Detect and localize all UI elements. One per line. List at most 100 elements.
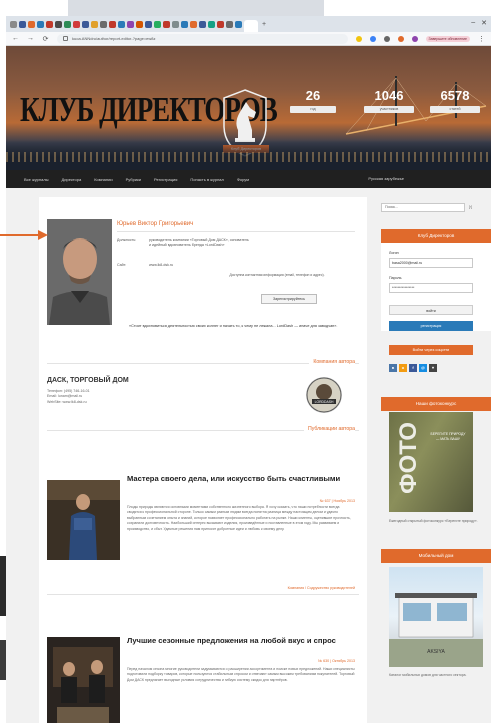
mobile-house-banner[interactable]: AKSIYA [389,567,483,667]
author-photo[interactable] [47,219,112,325]
article-date: № 630 | Октябрь 2013 [318,659,355,663]
tab-strip[interactable]: + – ✕ [6,16,491,32]
odnoklassniki-icon[interactable]: о [399,364,407,372]
tab-favicon[interactable] [46,20,53,28]
tab-favicon[interactable] [10,20,17,28]
menu-item-journals[interactable]: Все журналы [24,177,49,182]
password-input[interactable]: **************** [389,283,473,293]
company-name[interactable]: ДАСК, ТОРГОВЫЙ ДОМ [47,377,129,384]
tab-favicon[interactable] [136,20,143,28]
article-excerpt: Перед началом сезона многие руководители… [127,667,355,682]
tab-favicon[interactable] [217,20,224,28]
stat-label: статей [430,106,480,113]
right-sidebar: Поиск... [›] Клуб Директоров Логин basa2… [381,197,491,723]
tab-favicon[interactable] [55,20,62,28]
tab-favicon[interactable] [37,20,44,28]
article-title[interactable]: Лучшие сезонные предложения на любой вку… [127,637,355,645]
lorddash-logo: LORDDASH [306,377,342,413]
tab-favicon[interactable] [91,20,98,28]
login-label: Логин [389,251,399,255]
tab-favicon[interactable] [19,20,26,28]
lock-icon [63,36,68,41]
company-logo[interactable]: LORDDASH [306,377,342,413]
url-field[interactable]: kuoa.ANNdru/author/report-editor-?page=e… [57,33,348,44]
window-controls: – ✕ [471,19,487,27]
tab-favicon[interactable] [118,20,125,28]
vk-icon[interactable]: в [389,364,397,372]
tab-favicon[interactable] [127,20,134,28]
extension-icon[interactable] [369,35,376,42]
login-button[interactable]: войти [389,305,473,315]
tab-favicon[interactable] [145,20,152,28]
stat-number: 6578 [440,88,470,103]
menu-item-registration[interactable]: Регистрация [154,177,177,182]
forward-icon[interactable]: → [27,35,34,42]
menu-item-forum[interactable]: Форум [237,177,249,182]
company-section-title: Компания автора [309,359,355,365]
minimize-icon[interactable]: – [471,19,475,27]
tab-favicon[interactable] [100,20,107,28]
tab-favicon[interactable] [235,20,242,28]
tab-favicon[interactable] [82,20,89,28]
menu-item-directors[interactable]: Директора [62,177,82,182]
article-title[interactable]: Мастера своего дела, или искусство быть … [127,475,355,483]
author-portrait [47,219,112,325]
screenshot-top-band [0,0,491,16]
tab-favicon[interactable] [73,20,80,28]
author-quote: «Стоит вдохновиться деятельностью своих … [129,324,338,328]
tab-favicon[interactable] [28,20,35,28]
photo-contest-caption[interactable]: Ежегодный открытый фотоконкурс «Берегите… [389,519,483,524]
extension-icon[interactable] [383,35,390,42]
tab-active[interactable] [244,20,258,32]
company-logo-text: LORDDASH [315,400,334,404]
reload-icon[interactable]: ⟳ [42,35,49,43]
tab-favicon[interactable] [172,20,179,28]
menu-item-rubrics[interactable]: Рубрики [126,177,141,182]
back-icon[interactable]: ← [12,35,19,42]
menu-item-get-published[interactable]: Попасть в журнал [190,177,223,182]
article-thumbnail[interactable] [47,637,120,723]
close-icon[interactable]: ✕ [481,19,487,27]
download-icon[interactable] [397,35,404,42]
url-text: kuoa.ANNdru/author/report-editor-?page=e… [72,36,156,41]
profile-icon[interactable] [411,35,418,42]
mailru-icon[interactable]: @ [419,364,427,372]
tab-favicon[interactable] [208,20,215,28]
menu-item-russian-abroad[interactable]: Русская зарубежье [368,176,404,181]
stat-number: 1046 [374,88,404,103]
article-category[interactable]: Компания / Содружество руководителей [288,586,355,590]
site-link[interactable]: www.lk8-dsk.ru [149,263,249,268]
company-website[interactable]: WebSite: www.lk8-dsk.ru [47,400,90,405]
register-link[interactable]: регистрация [389,321,473,331]
tab-favicon[interactable] [181,20,188,28]
new-tab-icon[interactable]: + [262,21,266,28]
city-lights [6,152,491,162]
tab-favicon[interactable] [226,20,233,28]
tab-favicon[interactable] [190,20,197,28]
update-pill[interactable]: Завершите обновление [425,35,470,42]
login-input[interactable]: basa2000@mail.ru [389,258,473,268]
tab-favicon[interactable] [154,20,161,28]
password-label: Пароль [389,276,402,280]
tab-favicon[interactable] [163,20,170,28]
search-button[interactable]: [›] [469,203,479,212]
tab-favicon[interactable] [109,20,116,28]
tab-favicon[interactable] [199,20,206,28]
position-key: Должность: [117,238,137,242]
arrow-down-icon[interactable]: ▾ [429,364,437,372]
facebook-icon[interactable]: f [409,364,417,372]
stat-articles: 6578 статей [430,88,480,113]
star-icon[interactable] [355,35,362,42]
tab-favicon[interactable] [64,20,71,28]
login-form: Логин basa2000@mail.ru Пароль **********… [381,243,491,331]
photo-contest-banner[interactable]: ФОТО БЕРЕГИТЕ ПРИРОДУ — МАТЬ ВАШУ [389,412,473,512]
register-button[interactable]: Зарегистрируйтесь [261,294,317,304]
menu-icon[interactable]: ⋮ [478,35,485,43]
author-profile-card: Юрьев Виктор Григорьевич Должность: руков… [39,197,367,723]
mobile-house-caption[interactable]: Каталог мобильных домов для частного сек… [389,673,483,678]
search-input[interactable]: Поиск... [381,203,465,212]
main-menu: Все журналы Директора Компании Рубрики Р… [6,170,491,188]
mobile-house-header: Мобильный дом [381,549,491,563]
article-thumbnail[interactable] [47,480,120,560]
menu-item-companies[interactable]: Компании [94,177,112,182]
